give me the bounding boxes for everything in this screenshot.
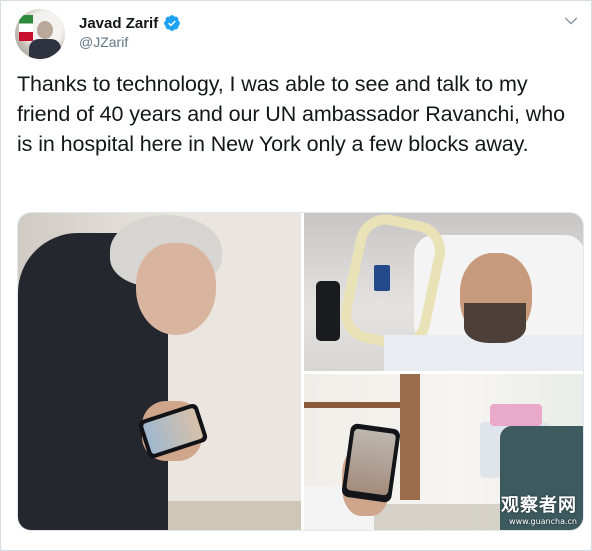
phone-icon xyxy=(341,422,401,504)
media-grid: 观察者网 www.guancha.cn xyxy=(17,212,584,531)
phone-icon xyxy=(316,281,340,341)
author-name-row: Javad Zarif xyxy=(79,13,181,33)
verified-badge-icon xyxy=(164,15,181,31)
photo-hospital-room-phone[interactable] xyxy=(304,374,583,530)
profile-avatar[interactable] xyxy=(15,9,65,59)
tweet-header: Javad Zarif @JZarif xyxy=(15,9,581,61)
chevron-down-icon[interactable] xyxy=(563,13,579,29)
tweet-text: Thanks to technology, I was able to see … xyxy=(17,72,565,156)
author-handle[interactable]: @JZarif xyxy=(79,34,128,50)
photo-ravanchi-hospital-bed[interactable] xyxy=(304,213,583,371)
author-display-name[interactable]: Javad Zarif xyxy=(79,15,158,32)
photo-zarif-video-call[interactable] xyxy=(18,213,301,530)
iran-flag-icon xyxy=(19,15,33,41)
